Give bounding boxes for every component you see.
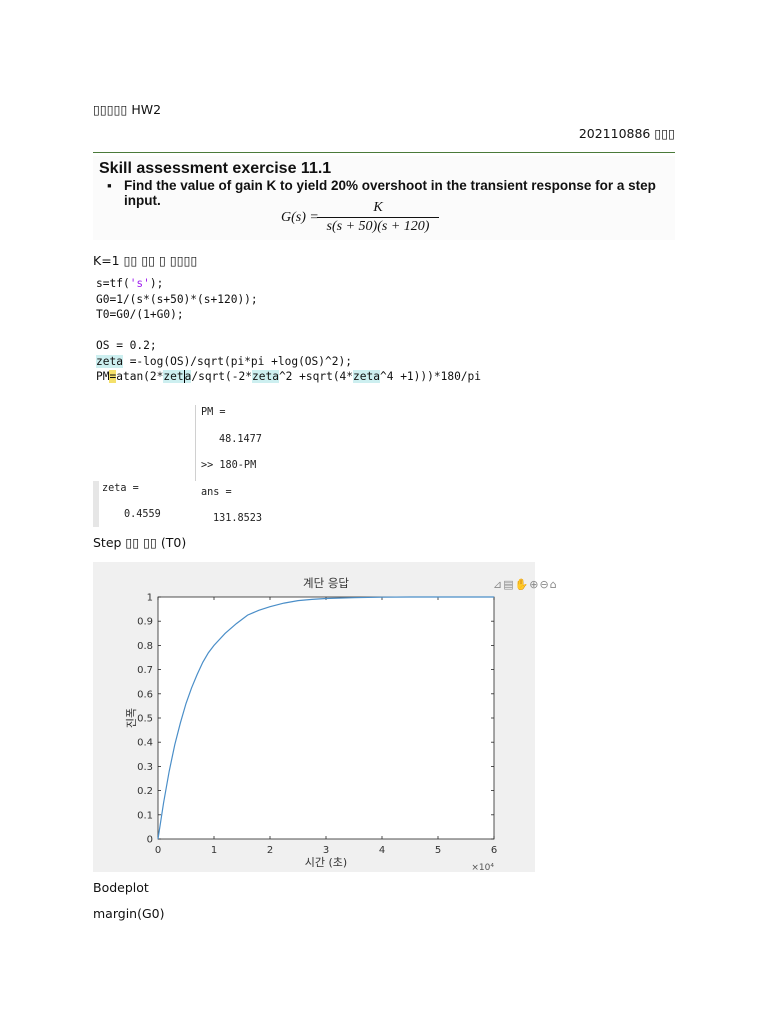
x-tick-label: 3 (323, 845, 329, 856)
figure-toolbar-icons[interactable]: ⊿▤✋⊕⊖⌂ (493, 578, 558, 591)
y-tick-label: 0.4 (137, 738, 153, 749)
zeta-label: zeta = (102, 483, 139, 494)
y-tick-label: 0.5 (137, 714, 153, 725)
problem-excerpt: Skill assessment exercise 11.1 ▪ Find th… (93, 156, 675, 240)
pm-value: 48.1477 (219, 434, 262, 445)
y-tick-label: 0.7 (137, 665, 153, 676)
zeta-highlight: zeta (163, 370, 192, 383)
plot-area (157, 596, 495, 840)
zeta-highlight: zeta (353, 370, 380, 383)
y-tick-label: 1 (147, 593, 153, 604)
y-tick-label: 0.2 (137, 786, 153, 797)
bullet-icon: ▪ (107, 178, 112, 193)
y-tick-label: 0.3 (137, 762, 153, 773)
fraction-bar (317, 217, 439, 218)
console-command: >> 180-PM (201, 460, 257, 471)
matlab-code-block: s=tf('s'); G0=1/(s*(s+50)*(s+120)); T0=G… (96, 276, 481, 385)
formula-lhs: G(s) = (281, 210, 319, 225)
zeta-output-panel: zeta = 0.4559 (93, 481, 201, 527)
problem-heading: Skill assessment exercise 11.1 (99, 160, 332, 177)
zeta-highlight: zeta (251, 370, 279, 383)
code-line-5: OS = 0.2; (96, 339, 157, 352)
code-token: =-log(OS)/sqrt(pi*pi +log(OS)^2); (122, 354, 352, 368)
zeta-value: 0.4559 (124, 509, 161, 520)
y-tick-label: 0.1 (137, 810, 153, 821)
x-axis-label: 시간 (초) (305, 856, 347, 869)
x-tick-label: 0 (155, 845, 161, 856)
code-line-2: G0=1/(s*(s+50)*(s+120)); (96, 292, 258, 306)
code-token: PM (96, 370, 110, 383)
x-tick-label: 5 (435, 845, 441, 856)
code-token: ^4 +1)))*180/pi (379, 370, 482, 383)
code-line-6: zeta =-log(OS)/sqrt(pi*pi +log(OS)^2); (96, 354, 481, 370)
step-response-label: Step ▯▯ ▯▯ (T0) (93, 535, 187, 550)
code-string: 's' (129, 277, 150, 290)
bodeplot-label: Bodeplot (93, 880, 149, 895)
code-token: zet (163, 370, 184, 383)
code-token: /sqrt(-2* (191, 370, 252, 383)
y-axis-label: 진폭 (125, 708, 138, 728)
ans-label: ans = (201, 487, 232, 498)
y-tick-label: 0.8 (137, 641, 153, 652)
step-response-figure: 계단 응답 0 1 2 3 4 5 6 0 0.1 0.2 0.3 0.4 0.5 0.6 0.7 0.8 0.9… (93, 562, 557, 872)
chart-title: 계단 응답 (303, 576, 349, 590)
x-tick-label: 1 (211, 845, 217, 856)
student-id: 202110886 ▯▯▯ (578, 126, 675, 141)
y-tick-label: 0 (147, 835, 153, 846)
x-exponent-label: ×10⁴ (471, 863, 494, 872)
y-tick-label: 0.6 (137, 689, 153, 700)
document-title: ▯▯▯▯▯ HW2 (93, 102, 162, 117)
zeta-highlight: zeta (96, 354, 123, 368)
code-token: ); (149, 277, 164, 290)
formula-fraction: K s(s + 50)(s + 120) (317, 200, 439, 235)
formula-denominator: s(s + 50)(s + 120) (326, 219, 430, 234)
step-response-chart: 계단 응답 0 1 2 3 4 5 6 0 0.1 0.2 0.3 0.4 0.5 0.6 0.7 0.8 0.9… (125, 576, 497, 872)
code-line-7: PM=atan(2*zeta/sqrt(-2*zeta^2 +sqrt(4*ze… (96, 369, 481, 385)
header-divider (93, 152, 675, 153)
code-line-3: T0=G0/(1+G0); (96, 308, 184, 321)
code-token: ^2 +sqrt(4* (278, 370, 354, 383)
ans-value: 131.8523 (213, 513, 263, 524)
x-tick-label: 6 (491, 845, 497, 856)
x-tick-label: 2 (267, 845, 273, 856)
margin-command: margin(G0) (93, 906, 165, 921)
pm-label: PM = (201, 407, 226, 418)
code-token: s=tf( (96, 277, 130, 290)
k-note: K=1 ▯▯ ▯▯ ▯ ▯▯▯▯ (93, 253, 198, 268)
code-line-1: s=tf('s'); (96, 276, 481, 292)
y-tick-label: 0.9 (137, 617, 153, 628)
x-tick-label: 4 (379, 845, 385, 856)
formula-numerator: K (373, 200, 383, 215)
code-token: atan(2* (116, 370, 164, 383)
